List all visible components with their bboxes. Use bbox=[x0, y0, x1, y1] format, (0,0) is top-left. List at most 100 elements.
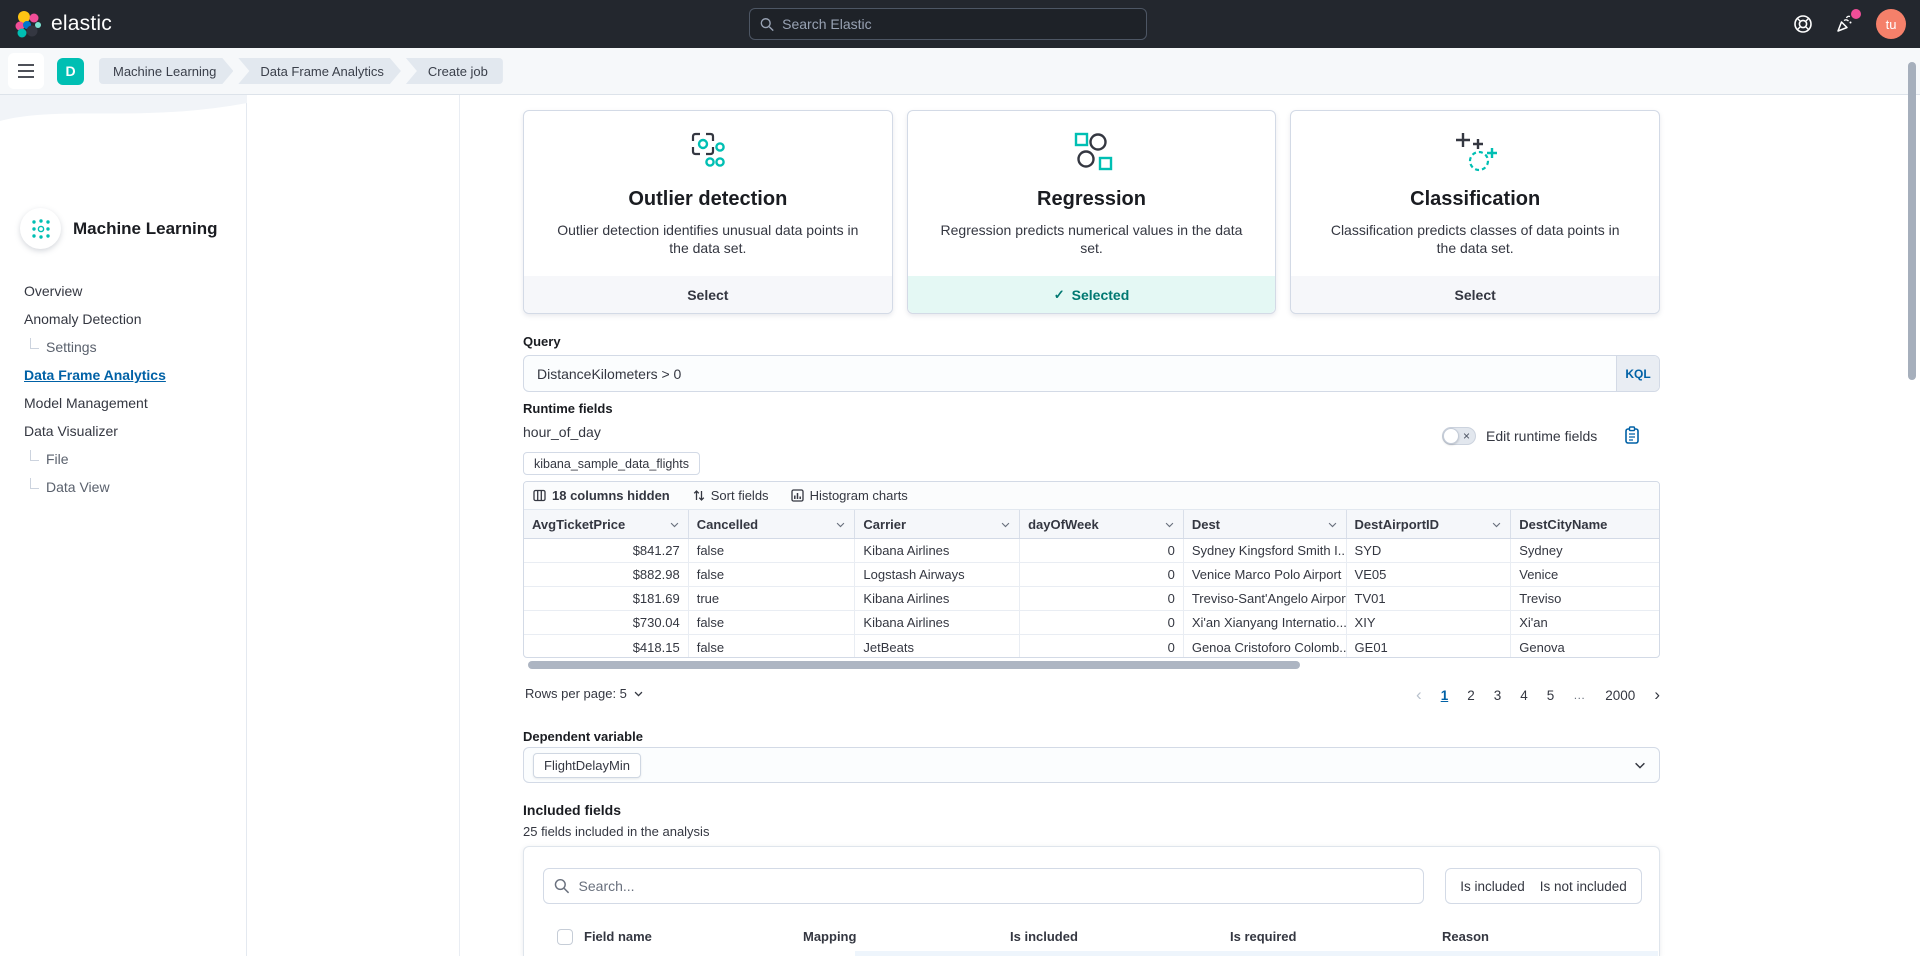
histogram-icon bbox=[791, 489, 804, 502]
cell-carrier: Logstash Airways bbox=[855, 563, 1020, 586]
help-icon[interactable] bbox=[1792, 13, 1814, 35]
card-regression: Regression Regression predicts numerical… bbox=[907, 110, 1277, 314]
newsfeed-button[interactable] bbox=[1834, 13, 1856, 35]
page-3-button[interactable]: 3 bbox=[1494, 688, 1502, 703]
sidebar-item-data-view[interactable]: Data View bbox=[0, 473, 247, 501]
next-page-button[interactable]: › bbox=[1654, 685, 1660, 705]
query-language-button[interactable]: KQL bbox=[1616, 356, 1659, 391]
user-avatar[interactable]: tu bbox=[1876, 9, 1906, 39]
select-outlier-detection-button[interactable]: Select bbox=[524, 276, 892, 313]
fields-search-input[interactable] bbox=[579, 878, 1413, 894]
fields-search[interactable] bbox=[543, 868, 1424, 904]
cell-destcityname: Sydney bbox=[1511, 539, 1659, 562]
chevron-down-icon[interactable] bbox=[1164, 519, 1175, 530]
cell-dayofweek: 0 bbox=[1020, 563, 1184, 586]
sidebar-item-data-visualizer[interactable]: Data Visualizer bbox=[0, 417, 247, 445]
sidebar-header: Machine Learning bbox=[20, 208, 218, 249]
query-value[interactable]: DistanceKilometers > 0 bbox=[524, 366, 1616, 382]
sort-icon bbox=[692, 489, 705, 502]
column-header-cancelled[interactable]: Cancelled bbox=[689, 510, 856, 538]
cell-avgticketprice: $418.15 bbox=[524, 635, 689, 658]
columns-hidden-button[interactable]: 18 columns hidden bbox=[533, 488, 670, 503]
cell-dayofweek: 0 bbox=[1020, 587, 1184, 610]
column-header-dayofweek[interactable]: dayOfWeek bbox=[1020, 510, 1184, 538]
column-header-avgticketprice[interactable]: AvgTicketPrice bbox=[524, 510, 689, 538]
included-fields-label: Included fields bbox=[523, 802, 621, 818]
clipboard-icon[interactable] bbox=[1623, 426, 1641, 445]
sidebar-item-anomaly-detection[interactable]: Anomaly Detection bbox=[0, 305, 247, 333]
chevron-down-icon[interactable] bbox=[835, 519, 846, 530]
last-page-button[interactable]: 2000 bbox=[1605, 688, 1635, 703]
is-not-included-filter-button[interactable]: Is not included bbox=[1540, 879, 1627, 894]
dependent-variable-select[interactable]: FlightDelayMin bbox=[523, 747, 1660, 783]
chevron-down-icon[interactable] bbox=[1633, 758, 1647, 772]
cell-avgticketprice: $730.04 bbox=[524, 611, 689, 634]
page-scrollbar[interactable] bbox=[1908, 62, 1916, 380]
table-row: $882.98 false Logstash Airways 0 Venice … bbox=[524, 563, 1659, 587]
column-header-destcityname[interactable]: DestCityName bbox=[1511, 510, 1659, 538]
sidebar-item-data-frame-analytics[interactable]: Data Frame Analytics bbox=[0, 361, 247, 389]
edit-runtime-fields-control: × Edit runtime fields bbox=[1442, 426, 1641, 445]
cell-destcityname: Venice bbox=[1511, 563, 1659, 586]
page-5-button[interactable]: 5 bbox=[1547, 688, 1555, 703]
is-included-filter-button[interactable]: Is included bbox=[1460, 879, 1525, 894]
job-type-cards: Outlier detection Outlier detection iden… bbox=[523, 110, 1660, 314]
grid-horizontal-scrollbar[interactable] bbox=[528, 661, 1300, 669]
chevron-down-icon[interactable] bbox=[1000, 519, 1011, 530]
elastic-brand[interactable]: elastic bbox=[14, 10, 112, 38]
column-header-destairportid[interactable]: DestAirportID bbox=[1347, 510, 1512, 538]
column-header-dest[interactable]: Dest bbox=[1184, 510, 1347, 538]
page-4-button[interactable]: 4 bbox=[1520, 688, 1528, 703]
breadcrumb-create-job: Create job bbox=[406, 58, 503, 84]
sidebar-title: Machine Learning bbox=[73, 219, 218, 239]
runtime-fields-label: Runtime fields bbox=[523, 401, 613, 416]
cell-carrier: JetBeats bbox=[855, 635, 1020, 658]
cell-destcityname: Genova bbox=[1511, 635, 1659, 658]
pagination: ‹ 1 2 3 4 5 … 2000 › bbox=[1400, 683, 1660, 707]
included-fields-summary: 25 fields included in the analysis bbox=[523, 824, 709, 839]
cell-dest: Genoa Cristoforo Colomb... bbox=[1184, 635, 1347, 658]
histogram-charts-button[interactable]: Histogram charts bbox=[791, 488, 908, 503]
previous-page-button[interactable]: ‹ bbox=[1416, 685, 1422, 705]
sidebar-item-overview[interactable]: Overview bbox=[0, 277, 247, 305]
cell-cancelled: true bbox=[689, 587, 856, 610]
card-description: Regression predicts numerical values in … bbox=[908, 221, 1276, 257]
cell-avgticketprice: $841.27 bbox=[524, 539, 689, 562]
page-1-button[interactable]: 1 bbox=[1441, 688, 1449, 703]
sidebar-item-file[interactable]: File bbox=[0, 445, 247, 473]
breadcrumb-data-frame-analytics[interactable]: Data Frame Analytics bbox=[238, 58, 401, 84]
query-input[interactable]: DistanceKilometers > 0 KQL bbox=[523, 355, 1660, 392]
ml-sidebar: Machine Learning Overview Anomaly Detect… bbox=[0, 95, 247, 956]
brand-name: elastic bbox=[51, 12, 112, 36]
global-search[interactable] bbox=[749, 8, 1147, 40]
cell-destairportid: SYD bbox=[1347, 539, 1512, 562]
card-title: Classification bbox=[1291, 188, 1659, 211]
chevron-down-icon[interactable] bbox=[669, 519, 680, 530]
chevron-down-icon[interactable] bbox=[1491, 519, 1502, 530]
sidebar-item-settings[interactable]: Settings bbox=[0, 333, 247, 361]
deployment-badge[interactable]: D bbox=[57, 58, 84, 85]
chevron-down-icon[interactable] bbox=[1327, 519, 1338, 530]
card-description: Classification predicts classes of data … bbox=[1291, 221, 1659, 257]
sort-fields-button[interactable]: Sort fields bbox=[692, 488, 769, 503]
card-title: Regression bbox=[908, 188, 1276, 211]
check-icon: ✓ bbox=[1054, 287, 1065, 303]
edit-runtime-fields-toggle[interactable]: × bbox=[1442, 427, 1476, 445]
column-header-carrier[interactable]: Carrier bbox=[855, 510, 1020, 538]
sidebar-item-model-management[interactable]: Model Management bbox=[0, 389, 247, 417]
global-search-input[interactable] bbox=[782, 16, 1136, 32]
table-row: $181.69 true Kibana Airlines 0 Treviso-S… bbox=[524, 587, 1659, 611]
ml-create-job-page: elastic tu bbox=[0, 0, 1920, 956]
pagination-ellipsis: … bbox=[1573, 688, 1586, 702]
fields-column-is-required: Is required bbox=[1230, 929, 1296, 944]
regression-selected-button[interactable]: ✓ Selected bbox=[908, 276, 1276, 313]
select-classification-button[interactable]: Select bbox=[1291, 276, 1659, 313]
cell-dayofweek: 0 bbox=[1020, 635, 1184, 658]
cell-cancelled: false bbox=[689, 635, 856, 658]
elastic-logo-icon bbox=[14, 10, 42, 38]
rows-per-page-button[interactable]: Rows per page: 5 bbox=[525, 686, 644, 701]
page-2-button[interactable]: 2 bbox=[1467, 688, 1475, 703]
select-all-checkbox[interactable] bbox=[557, 929, 573, 945]
menu-button[interactable] bbox=[8, 53, 44, 89]
breadcrumb-machine-learning[interactable]: Machine Learning bbox=[99, 58, 233, 84]
